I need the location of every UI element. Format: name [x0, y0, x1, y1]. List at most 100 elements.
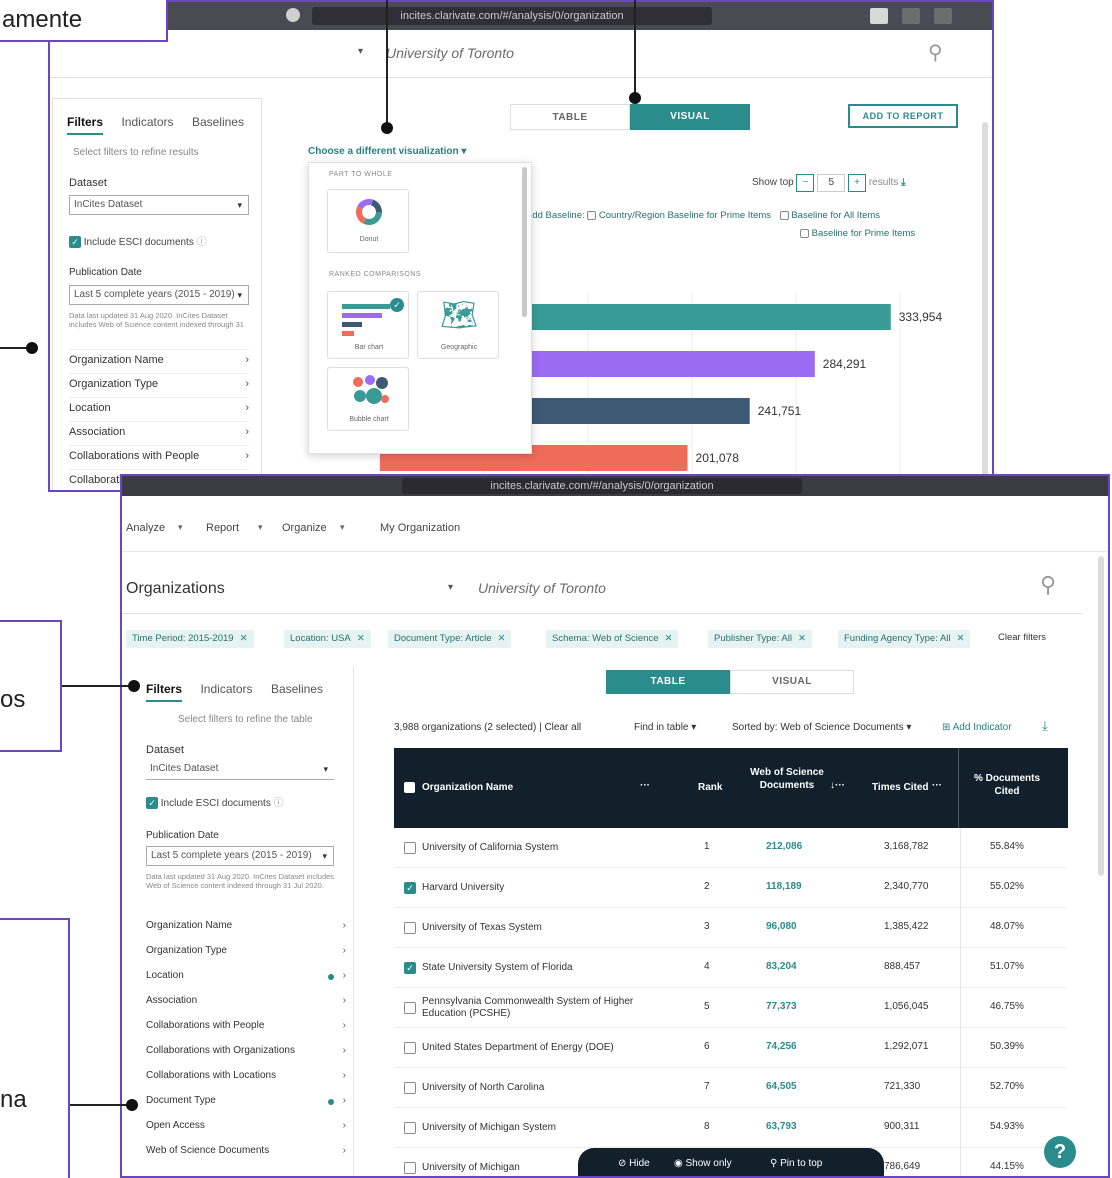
- prime-baseline-option[interactable]: Baseline for Prime Items: [800, 228, 915, 239]
- filter-item[interactable]: Collaborations with Organizations ›: [146, 1045, 346, 1067]
- nav-item[interactable]: Organize: [282, 522, 327, 534]
- url-bar[interactable]: incites.clarivate.com/#/analysis/0/organ…: [402, 478, 802, 494]
- page-scrollbar[interactable]: [982, 122, 988, 482]
- page-scrollbar[interactable]: [1098, 556, 1104, 876]
- filter-chip[interactable]: Publisher Type: All ✕: [708, 630, 812, 648]
- organization-name-cell[interactable]: State University System of Florida: [422, 962, 652, 974]
- checkbox-checked-icon[interactable]: ✓: [404, 962, 416, 974]
- nav-item[interactable]: Report: [206, 522, 239, 534]
- filter-item[interactable]: Association ›: [69, 421, 249, 441]
- chevron-down-icon[interactable]: ▾: [448, 582, 453, 593]
- column-wos-documents[interactable]: Web of Science Documents: [750, 766, 824, 792]
- checkbox-checked-icon[interactable]: ✓: [404, 882, 416, 894]
- all-items-baseline-checkbox[interactable]: [779, 210, 789, 220]
- table-row[interactable]: United States Department of Energy (DOE)…: [394, 1028, 1066, 1068]
- column-organization-name[interactable]: Organization Name: [422, 782, 513, 793]
- show-top-input[interactable]: 5: [817, 174, 846, 192]
- download-icon[interactable]: ⤓: [901, 177, 905, 188]
- find-in-table-dropdown[interactable]: Find in table ▾: [634, 722, 696, 733]
- wos-documents-cell[interactable]: 96,080: [766, 921, 797, 932]
- checkbox-icon[interactable]: [404, 1042, 416, 1054]
- organization-name-cell[interactable]: Pennsylvania Commonwealth System of High…: [422, 996, 652, 1020]
- table-row[interactable]: University of Texas System 3 96,080 1,385,4…: [394, 908, 1066, 948]
- search-input[interactable]: University of Toronto: [478, 580, 606, 596]
- geographic-option[interactable]: 🗺 Geographic: [417, 291, 499, 359]
- table-row[interactable]: University of California System 1 212,086 3…: [394, 828, 1066, 868]
- organization-name-cell[interactable]: United States Department of Energy (DOE): [422, 1042, 652, 1054]
- publication-date-select[interactable]: Last 5 complete years (2015 - 2019) ▾: [69, 285, 249, 305]
- checkbox-icon[interactable]: [404, 1082, 416, 1094]
- tab-indicators[interactable]: Indicators: [200, 682, 252, 696]
- wos-documents-cell[interactable]: 118,189: [766, 881, 802, 892]
- entity-select[interactable]: Organizations: [126, 580, 225, 598]
- column-pct-cited[interactable]: % Documents Cited: [964, 772, 1050, 798]
- organization-name-cell[interactable]: University of California System: [422, 842, 652, 854]
- choose-visualization-link[interactable]: Choose a different visualization ▾: [308, 146, 466, 157]
- add-to-report-button[interactable]: ADD TO REPORT: [848, 104, 958, 128]
- include-esci-row[interactable]: ✓ Include ESCI documents ⓘ: [69, 233, 207, 249]
- checkbox-icon[interactable]: [404, 922, 416, 934]
- organization-name-cell[interactable]: University of Texas System: [422, 922, 652, 934]
- filter-item[interactable]: Organization Type ›: [146, 945, 346, 967]
- wos-documents-cell[interactable]: 64,505: [766, 1081, 797, 1092]
- filter-chip[interactable]: Funding Agency Type: All ✕: [838, 630, 971, 648]
- bubble-chart-option[interactable]: Bubble chart: [327, 367, 409, 431]
- column-menu-icon[interactable]: ···: [640, 780, 650, 791]
- bar-chart-option[interactable]: ✓ Bar chart: [327, 291, 409, 359]
- filter-item[interactable]: Web of Science Documents ›: [146, 1145, 346, 1167]
- filter-item[interactable]: Location ›: [69, 397, 249, 417]
- close-icon[interactable]: ✕: [240, 633, 248, 644]
- donut-option[interactable]: Donut: [327, 189, 409, 253]
- search-icon[interactable]: ⚲: [1040, 572, 1056, 598]
- country-baseline-checkbox[interactable]: [587, 210, 597, 220]
- filter-item[interactable]: Collaborations with People ›: [146, 1020, 346, 1042]
- download-icon[interactable]: ⤓: [1042, 718, 1048, 734]
- wos-documents-cell[interactable]: 63,793: [766, 1121, 797, 1132]
- filter-chip[interactable]: Document Type: Article ✕: [388, 630, 512, 648]
- publication-date-select[interactable]: Last 5 complete years (2015 - 2019) ▾: [146, 846, 334, 866]
- prime-items-baseline-checkbox[interactable]: [800, 228, 809, 238]
- table-toggle-button[interactable]: TABLE: [606, 670, 730, 694]
- hide-button[interactable]: ⊘ Hide: [618, 1158, 650, 1169]
- visual-toggle-button[interactable]: VISUAL: [630, 104, 750, 130]
- minimize-icon[interactable]: [934, 8, 952, 24]
- nav-item[interactable]: My Organization: [380, 522, 460, 534]
- tab-indicators[interactable]: Indicators: [121, 115, 173, 129]
- wos-documents-cell[interactable]: 83,204: [766, 961, 797, 972]
- checkbox-checked-icon[interactable]: ✓: [69, 236, 81, 249]
- close-icon[interactable]: ✕: [498, 633, 506, 644]
- close-icon[interactable]: ✕: [357, 633, 365, 644]
- filter-item[interactable]: Organization Name ›: [69, 349, 249, 369]
- chevron-down-icon[interactable]: ▾: [358, 46, 363, 57]
- wos-documents-cell[interactable]: 77,373: [766, 1001, 797, 1012]
- pin-to-top-button[interactable]: ⚲ Pin to top: [770, 1158, 822, 1169]
- filter-chip[interactable]: Location: USA ✕: [284, 630, 371, 648]
- dataset-select[interactable]: InCites Dataset ▾: [146, 760, 334, 780]
- nav-item[interactable]: Analyze: [126, 522, 165, 534]
- checkbox-icon[interactable]: [404, 1162, 416, 1174]
- extension-icon[interactable]: [870, 8, 888, 24]
- checkbox-icon[interactable]: [404, 1122, 416, 1134]
- search-input[interactable]: University of Toronto: [386, 45, 514, 61]
- url-bar[interactable]: incites.clarivate.com/#/analysis/0/organ…: [312, 7, 712, 25]
- search-icon[interactable]: ⚲: [928, 40, 943, 65]
- info-icon[interactable]: ⓘ: [197, 237, 207, 248]
- table-row[interactable]: Pennsylvania Commonwealth System of High…: [394, 988, 1066, 1028]
- table-row[interactable]: University of North Carolina 7 64,505 721,3…: [394, 1068, 1066, 1108]
- filter-item[interactable]: Organization Type ›: [69, 373, 249, 393]
- visual-toggle-button[interactable]: VISUAL: [730, 670, 854, 694]
- include-esci-row[interactable]: ✓ Include ESCI documents ⓘ: [146, 794, 284, 810]
- filter-item[interactable]: Collaborations with Locations ›: [146, 1070, 346, 1092]
- clear-filters-link[interactable]: Clear filters: [998, 632, 1046, 643]
- close-icon[interactable]: ✕: [798, 633, 806, 644]
- column-rank[interactable]: Rank: [698, 782, 722, 793]
- close-icon[interactable]: ✕: [957, 633, 965, 644]
- tab-baselines[interactable]: Baselines: [271, 682, 323, 696]
- organization-name-cell[interactable]: Harvard University: [422, 882, 652, 894]
- add-indicator-button[interactable]: ⊞ Add Indicator: [942, 722, 1012, 733]
- menu-icon[interactable]: [902, 8, 920, 24]
- tab-filters[interactable]: Filters: [146, 682, 183, 702]
- help-button[interactable]: ?: [1044, 1136, 1076, 1168]
- table-row[interactable]: ✓ State University System of Florida 4 83,2…: [394, 948, 1066, 988]
- checkbox-checked-icon[interactable]: ✓: [146, 797, 158, 810]
